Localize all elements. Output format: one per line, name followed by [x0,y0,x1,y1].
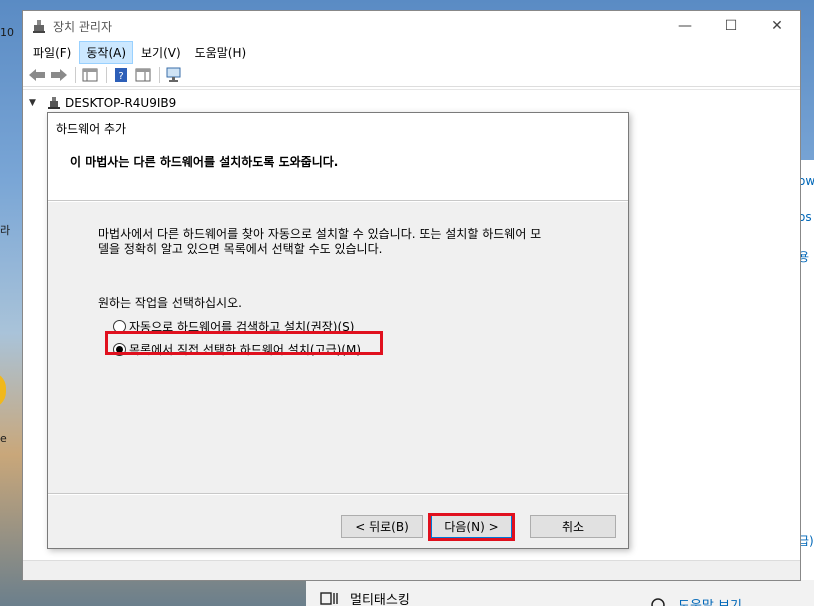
pane-icon [135,68,151,81]
menu-file[interactable]: 파일(F) [27,42,77,63]
help-link[interactable]: 도움말 보기 [650,595,742,606]
minimize-button[interactable]: — [662,11,708,41]
desktop-fragment-text: 라 [0,224,11,237]
menu-help[interactable]: 도움말(H) [189,42,253,63]
computer-name: DESKTOP-R4U9IB9 [65,96,177,110]
title-bar[interactable]: 장치 관리자 — ☐ ✕ [23,11,800,41]
forward-arrow-icon [51,68,67,81]
desktop-fragment-text: e [0,432,7,445]
dialog-header: 이 마법사는 다른 하드웨어를 설치하도록 도와줍니다. [48,141,628,201]
toolbar-separator [75,66,76,83]
computer-icon [48,97,60,109]
highlight-box-next-button [428,513,515,541]
help-book-icon: ? [115,67,127,82]
menu-action[interactable]: 동작(A) [79,40,134,64]
scan-hardware-button[interactable] [164,66,184,84]
multitasking-icon [320,591,338,605]
description-line: 델을 정확히 알고 있으면 목록에서 선택할 수도 있습니다. [98,242,383,256]
divider [48,201,628,202]
properties-view-button[interactable] [80,66,100,84]
help-button[interactable]: ? [111,66,131,84]
toolbar-separator [159,66,160,83]
toolbar: ? [23,63,800,87]
svg-text:?: ? [118,71,123,82]
wizard-description: 마법사에서 다른 하드웨어를 찾아 자동으로 설치할 수 있습니다. 또는 설치… [98,227,588,257]
dialog-header-text: 이 마법사는 다른 하드웨어를 설치하도록 도와줍니다. [70,155,339,169]
desktop-fragment-text: 10 [0,26,14,39]
maximize-button[interactable]: ☐ [708,11,754,41]
window-title: 장치 관리자 [53,19,113,34]
desktop-orb-decoration [0,372,6,408]
back-button[interactable]: < 뒤로(B) [341,515,423,538]
status-bar [23,560,800,580]
settings-item-label: 멀티태스킹 [350,593,410,606]
action-pane-button[interactable] [133,66,153,84]
highlight-box-manual-option [105,331,383,355]
close-button[interactable]: ✕ [754,11,800,41]
dialog-title: 하드웨어 추가 [48,113,628,141]
description-line: 마법사에서 다른 하드웨어를 찾아 자동으로 설치할 수 있습니다. 또는 설치… [98,227,542,241]
help-link-label: 도움말 보기 [678,595,742,606]
menu-bar: 파일(F) 동작(A) 보기(V) 도움말(H) [23,40,800,64]
settings-item-multitasking[interactable]: 멀티태스킹 [320,589,410,606]
tree-root-node[interactable]: ▼ DESKTOP-R4U9IB9 [29,96,176,110]
help-icon [651,597,665,606]
device-manager-icon [33,20,45,33]
back-arrow-icon [29,68,45,81]
chevron-down-icon[interactable]: ▼ [29,98,41,108]
footer-divider-highlight [48,494,628,495]
console-tree-icon [82,68,98,81]
monitor-scan-icon [166,67,181,82]
menu-view[interactable]: 보기(V) [135,42,187,63]
back-arrow-button[interactable] [27,66,47,84]
add-hardware-dialog: 하드웨어 추가 이 마법사는 다른 하드웨어를 설치하도록 도와줍니다. 마법사… [47,112,629,549]
cancel-button[interactable]: 취소 [530,515,616,538]
forward-arrow-button[interactable] [49,66,69,84]
toolbar-separator [106,66,107,83]
choice-prompt: 원하는 작업을 선택하십시오. [98,296,242,310]
